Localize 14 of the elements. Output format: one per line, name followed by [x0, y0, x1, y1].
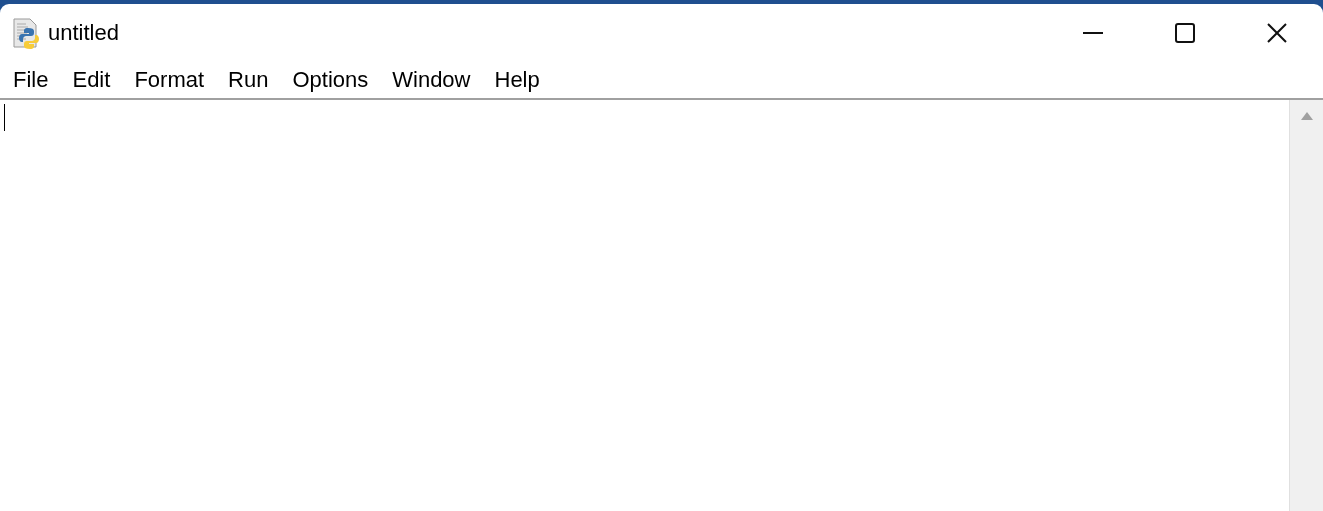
- text-cursor: [4, 104, 5, 131]
- menu-item[interactable]: Help: [482, 65, 552, 95]
- menu-item[interactable]: Window: [380, 65, 483, 95]
- menu-item[interactable]: File: [1, 65, 61, 95]
- menu-item[interactable]: Run: [216, 65, 281, 95]
- menu-item[interactable]: Options: [280, 65, 381, 95]
- menu-item[interactable]: Edit: [60, 65, 123, 95]
- menu-item[interactable]: Format: [122, 65, 217, 95]
- scrollbar[interactable]: [1289, 100, 1323, 511]
- maximize-icon: [1174, 22, 1196, 44]
- close-icon: [1266, 22, 1288, 44]
- minimize-icon: [1082, 32, 1104, 34]
- window-title: untitled: [48, 20, 120, 46]
- scroll-up-icon[interactable]: [1300, 112, 1313, 120]
